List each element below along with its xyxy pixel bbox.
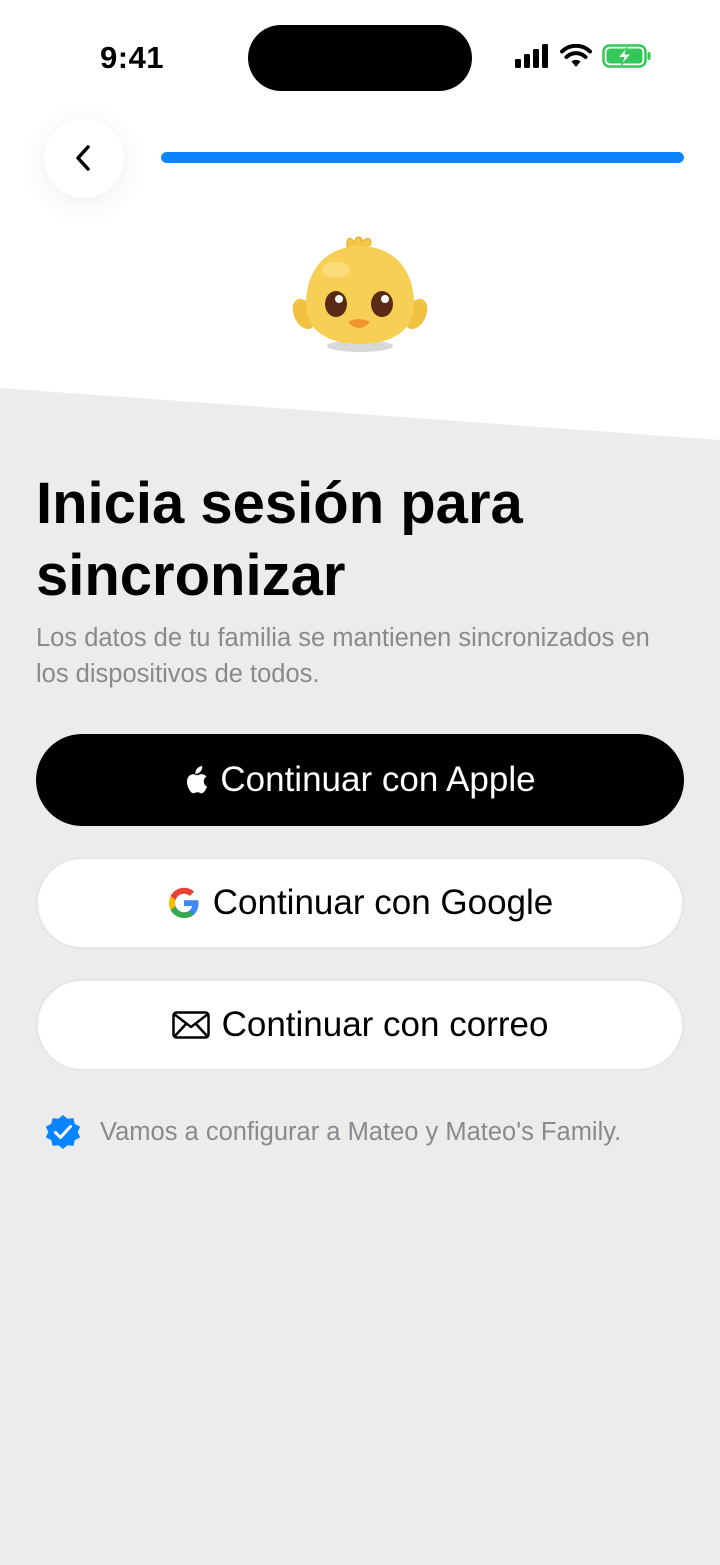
progress-fill <box>161 152 684 163</box>
battery-charging-icon <box>602 44 651 68</box>
back-button[interactable] <box>44 118 124 198</box>
setup-note-text: Vamos a configurar a Mateo y Mateo's Fam… <box>100 1117 622 1146</box>
wifi-icon <box>560 44 592 67</box>
page-subtitle: Los datos de tu familia se mantienen sin… <box>36 624 650 688</box>
chick-icon <box>292 236 428 352</box>
continue-with-apple-button[interactable]: Continuar con Apple <box>36 734 684 826</box>
verified-badge-icon <box>45 1115 81 1149</box>
email-button-label: Continuar con correo <box>221 1005 549 1044</box>
google-button-label: Continuar con Google <box>212 883 554 922</box>
google-icon <box>168 887 199 918</box>
continue-with-email-button[interactable]: Continuar con correo <box>36 979 684 1071</box>
apple-icon <box>187 765 208 793</box>
status-time: 9:41 <box>100 40 165 75</box>
setup-note: Vamos a configurar a Mateo y Mateo's Fam… <box>44 1113 621 1151</box>
envelope-icon <box>171 1011 210 1039</box>
status-icons <box>514 44 652 68</box>
signal-icon <box>515 44 548 68</box>
apple-button-label: Continuar con Apple <box>220 760 536 799</box>
page-title: Inicia sesión para sincronizar <box>36 471 523 608</box>
chevron-left-icon <box>76 145 90 171</box>
sign-in-screen: 9:41 Inicia sesión para sincronizar Los … <box>0 0 720 1565</box>
progress-bar <box>161 152 684 163</box>
continue-with-google-button[interactable]: Continuar con Google <box>36 857 684 949</box>
dynamic-island <box>248 25 472 91</box>
